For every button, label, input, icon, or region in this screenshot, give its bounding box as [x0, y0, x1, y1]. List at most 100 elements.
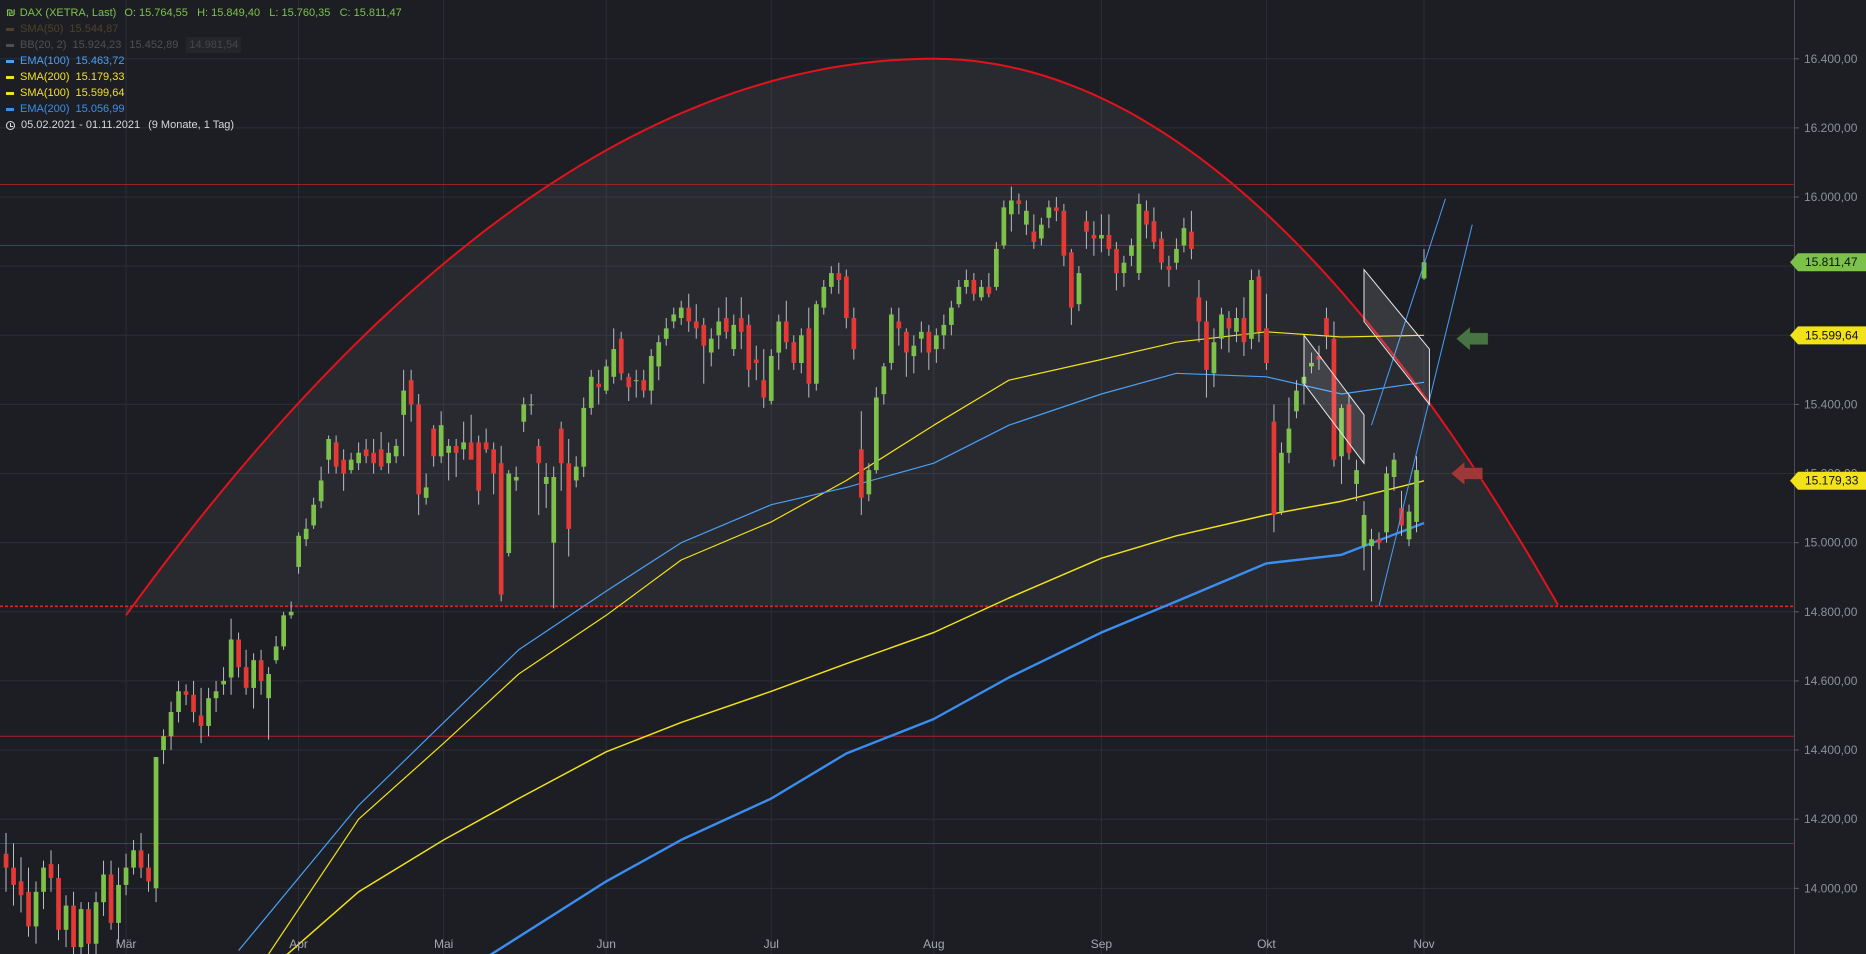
candle-body — [1324, 318, 1329, 336]
candle-body — [431, 428, 436, 457]
candle-body — [633, 380, 639, 382]
candle-body — [1001, 207, 1007, 246]
candle-body — [1016, 200, 1022, 204]
candle-body — [86, 909, 91, 944]
legend-swatch — [6, 27, 14, 31]
indicator-value3: 14.981,54 — [186, 37, 242, 53]
candle-body — [326, 439, 331, 460]
price-tick-label: 14.400,00 — [1804, 743, 1858, 757]
candle-body — [453, 445, 459, 453]
candle-body — [71, 905, 76, 948]
candle[interactable] — [768, 349, 774, 405]
candle-body — [1046, 207, 1052, 218]
month-label: Jul — [764, 937, 779, 951]
candle[interactable] — [814, 300, 819, 391]
candle-body — [723, 318, 729, 332]
candle[interactable] — [1271, 404, 1277, 533]
candle-body — [18, 881, 24, 896]
candle-body — [93, 902, 99, 944]
month-label: Aug — [923, 937, 944, 951]
candle-body — [408, 380, 414, 405]
legend-indicator[interactable]: EMA(100) 15.463,72 — [6, 53, 402, 69]
candle[interactable] — [498, 445, 504, 602]
period-range: 05.02.2021 - 01.11.2021 — [21, 119, 141, 131]
candle[interactable] — [618, 331, 624, 381]
candle-body — [33, 891, 39, 927]
candle-body — [731, 324, 737, 350]
candle-body — [1391, 459, 1397, 477]
candle-body — [1159, 238, 1164, 263]
candle-body — [1241, 318, 1247, 343]
candle-body — [641, 380, 647, 391]
price-tick-label: 14.200,00 — [1804, 812, 1858, 826]
candle-body — [1151, 221, 1157, 242]
candle-body — [243, 667, 249, 688]
candle-body — [11, 867, 16, 885]
candle-body — [783, 321, 789, 343]
candle-body — [1189, 231, 1194, 249]
candle-body — [768, 356, 774, 401]
candle[interactable] — [506, 470, 512, 557]
candle[interactable] — [994, 241, 999, 291]
legend-indicator[interactable]: SMA(50) 15.544,87 — [6, 21, 402, 37]
candle-body — [1099, 235, 1104, 239]
candle-body — [596, 383, 602, 388]
candle[interactable] — [1256, 269, 1262, 343]
candle[interactable] — [1249, 269, 1254, 350]
candle-body — [206, 698, 211, 726]
legend-indicator[interactable]: SMA(200) 15.179,33 — [6, 69, 402, 85]
dax-candlestick-chart[interactable]: 14.000,00 14.200,00 14.400,00 14.600,00 14.8… — [0, 0, 1866, 954]
month-label: Mai — [434, 937, 453, 951]
candle-body — [131, 850, 136, 868]
legend-indicator[interactable]: EMA(200) 15.056,99 — [6, 101, 402, 117]
candle-body — [671, 314, 677, 322]
candle-body — [1166, 266, 1172, 270]
legend-swatch — [6, 43, 14, 47]
candle[interactable] — [889, 307, 894, 370]
indicator-name: BB(20, 2) — [20, 39, 67, 51]
legend-indicator[interactable]: SMA(100) 15.599,64 — [6, 85, 402, 101]
price-tick-label: 15.000,00 — [1804, 536, 1858, 550]
candle[interactable] — [581, 397, 587, 478]
candle-body — [618, 338, 624, 374]
ohlc-values: O: 15.764,55 H: 15.849,40 L: 15.760,35 C… — [124, 7, 402, 19]
candle-body — [753, 359, 759, 363]
candle[interactable] — [1279, 442, 1284, 516]
candle[interactable] — [78, 902, 84, 954]
candle-body — [56, 878, 61, 930]
candle-body — [656, 342, 662, 367]
price-tag-label: 15.811,47 — [1805, 255, 1858, 269]
candle[interactable] — [281, 611, 286, 650]
candle[interactable] — [1001, 200, 1007, 249]
candle[interactable] — [153, 757, 159, 903]
legend-title: ₪ DAX (XETRA, Last) O: 15.764,55 H: 15.8… — [6, 5, 402, 21]
candle-body — [926, 331, 932, 353]
candle-body — [551, 477, 557, 543]
candle-body — [1136, 203, 1142, 273]
candle-body — [919, 331, 924, 339]
candle-body — [1039, 224, 1044, 239]
candle[interactable] — [874, 387, 879, 474]
candle-body — [979, 286, 984, 298]
candle-body — [146, 867, 151, 882]
legend-indicator[interactable]: BB(20, 2) 15.924,23 15.452,89 14.981,54 — [6, 37, 402, 53]
candle-body — [78, 909, 84, 948]
candle-body — [971, 280, 977, 294]
candle-body — [859, 449, 864, 498]
indicator-name: SMA(200) — [20, 71, 70, 83]
indicator-value: 15.179,33 — [75, 71, 125, 83]
candle[interactable] — [1384, 466, 1389, 543]
candle-body — [791, 342, 797, 363]
candle-body — [1271, 421, 1277, 515]
candle-body — [506, 473, 512, 553]
candle-body — [911, 345, 917, 357]
candle-body — [138, 850, 144, 868]
candle-body — [1069, 252, 1074, 308]
candle-body — [1369, 539, 1374, 547]
candle[interactable] — [1136, 193, 1142, 280]
candle-body — [1354, 470, 1359, 484]
candle-body — [213, 691, 219, 699]
candle-body — [1091, 235, 1097, 239]
candle-body — [1196, 297, 1202, 322]
candle-body — [1264, 328, 1269, 363]
